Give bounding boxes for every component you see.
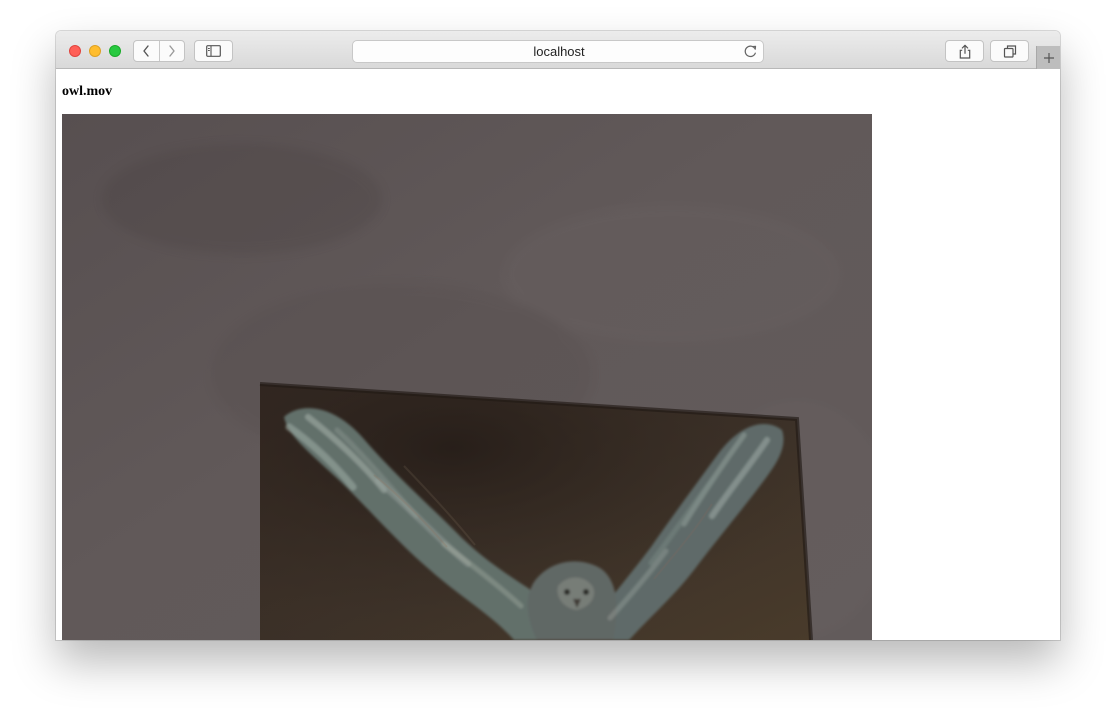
address-bar[interactable]: localhost: [352, 40, 764, 63]
maximize-window-button[interactable]: [109, 45, 121, 57]
page-title: owl.mov: [62, 84, 113, 99]
video-player[interactable]: [62, 114, 872, 640]
reload-icon[interactable]: [743, 44, 758, 59]
plus-icon: [1043, 52, 1054, 63]
history-navigation-group: [133, 40, 185, 62]
desktop-background: localhost owl.mov: [0, 0, 1116, 720]
chevron-left-icon: [143, 45, 149, 57]
tabs-icon: [1003, 44, 1016, 58]
address-url[interactable]: localhost: [353, 41, 765, 63]
web-page-content: owl.mov: [56, 69, 1060, 640]
minimize-window-button[interactable]: [89, 45, 101, 57]
new-tab-button[interactable]: [1036, 46, 1060, 69]
show-sidebar-button[interactable]: [194, 40, 233, 62]
browser-window: localhost owl.mov: [56, 31, 1060, 640]
forward-button[interactable]: [158, 41, 185, 61]
owl-painting-video-frame: [62, 114, 872, 640]
sidebar-icon: [206, 45, 221, 57]
chevron-right-icon: [169, 45, 175, 57]
share-button[interactable]: [945, 40, 984, 62]
share-icon: [959, 44, 970, 59]
back-button[interactable]: [134, 41, 159, 61]
close-window-button[interactable]: [69, 45, 81, 57]
browser-toolbar: localhost: [56, 31, 1060, 69]
show-all-tabs-button[interactable]: [990, 40, 1029, 62]
